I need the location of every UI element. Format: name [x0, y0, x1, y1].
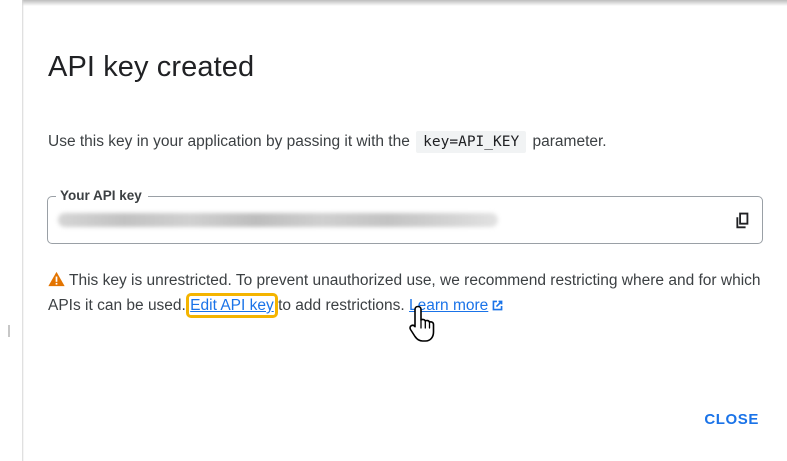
api-key-value-blurred[interactable] [58, 213, 498, 227]
code-snippet: key=API_KEY [416, 131, 527, 153]
warning-text-tail: to add restrictions. [278, 297, 405, 314]
edit-api-key-link[interactable]: Edit API key [186, 293, 278, 318]
api-key-created-dialog: API key created Use this key in your app… [24, 6, 787, 461]
copy-icon [736, 212, 749, 229]
description-text-after: parameter. [532, 133, 607, 150]
dialog-description: Use this key in your application by pass… [48, 130, 607, 154]
api-key-field[interactable]: Your API key [47, 187, 763, 244]
warning-icon [48, 271, 65, 287]
warning-text: This key is unrestricted. To prevent una… [48, 272, 761, 314]
description-text-before: Use this key in your application by pass… [48, 133, 410, 150]
learn-more-link[interactable]: Learn more [409, 297, 488, 314]
api-key-field-label: Your API key [56, 187, 148, 205]
unrestricted-warning: This key is unrestricted. To prevent una… [48, 268, 763, 318]
close-button[interactable]: CLOSE [704, 411, 759, 428]
dialog-title: API key created [48, 51, 255, 83]
copy-button[interactable] [730, 209, 752, 231]
background-scroll-tick [8, 325, 10, 337]
open-in-new-icon [492, 300, 503, 311]
screenshot-frame: API key created Use this key in your app… [0, 0, 787, 461]
